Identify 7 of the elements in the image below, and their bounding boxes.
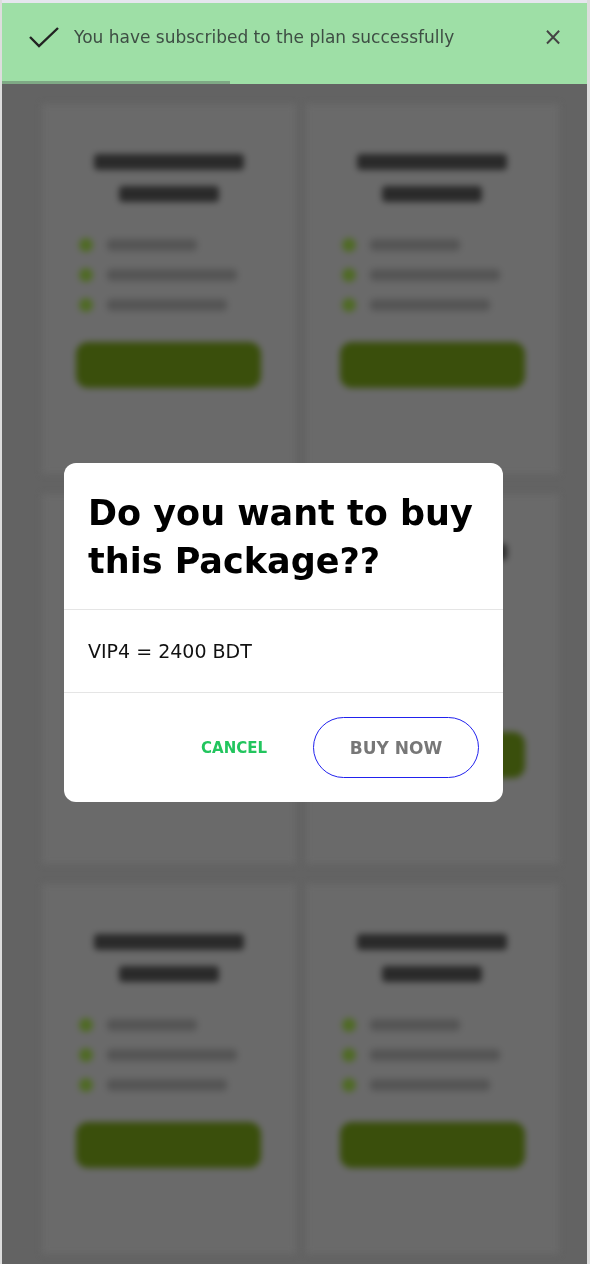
close-button[interactable]: ×: [538, 25, 567, 49]
checkmark-icon: [28, 25, 60, 49]
toast-message: You have subscribed to the plan successfully: [74, 27, 456, 47]
cancel-button[interactable]: CANCEL: [195, 737, 273, 758]
dialog-message: VIP4 = 2400 BDT: [88, 640, 252, 662]
dialog-title: Do you want to buy this Package??: [64, 463, 503, 610]
buy-now-button[interactable]: BUY NOW: [313, 717, 479, 778]
